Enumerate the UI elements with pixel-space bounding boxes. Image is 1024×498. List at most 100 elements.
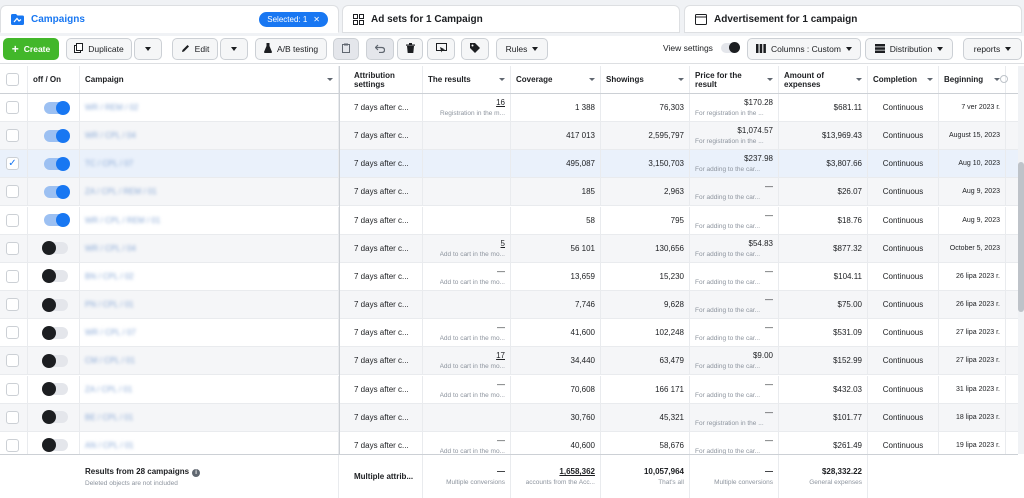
header-results[interactable]: The results <box>423 66 511 93</box>
campaign-name-cell[interactable]: BE / CPL / 01 <box>80 403 339 431</box>
tab-campaigns[interactable]: Campaigns Selected: 1 ✕ <box>0 5 339 33</box>
campaign-name[interactable]: WR / REM / 02 <box>85 103 333 112</box>
row-checkbox[interactable] <box>6 101 19 114</box>
header-coverage[interactable]: Coverage <box>511 66 601 93</box>
campaign-name[interactable]: ZA / CPL / REM / 01 <box>85 187 333 196</box>
campaign-name[interactable]: AN / CPL / 01 <box>85 441 333 450</box>
select-all-checkbox[interactable] <box>6 73 19 86</box>
clear-selection-icon[interactable]: ✕ <box>313 15 320 24</box>
campaign-toggle[interactable] <box>44 184 70 199</box>
header-price[interactable]: Price for the result <box>690 66 779 93</box>
duplicate-button[interactable]: Duplicate <box>66 38 132 60</box>
campaign-toggle[interactable] <box>44 100 70 115</box>
row-checkbox[interactable] <box>6 185 19 199</box>
table-row[interactable]: ZA / CPL / REM / 01 7 days after c... 185 2… <box>0 178 1018 207</box>
rules-button[interactable]: Rules <box>496 38 548 60</box>
header-beginning[interactable]: Beginning <box>939 66 1006 93</box>
table-row[interactable]: ZA / CPL / 01 7 days after c... — Add to ca… <box>0 375 1018 404</box>
campaign-name[interactable]: BE / CPL / 01 <box>85 413 333 422</box>
campaign-toggle[interactable] <box>42 438 68 453</box>
columns-button[interactable]: Columns : Custom <box>747 38 861 60</box>
row-checkbox[interactable] <box>6 438 19 452</box>
campaign-toggle[interactable] <box>42 297 68 312</box>
campaign-toggle[interactable] <box>44 156 70 171</box>
row-checkbox[interactable] <box>6 129 19 143</box>
campaign-toggle[interactable] <box>44 213 70 228</box>
campaign-name-cell[interactable]: PN / CPL / 01 <box>80 291 339 319</box>
table-row[interactable]: BE / CPL / 01 7 days after c... 30,760 45,3… <box>0 403 1018 432</box>
delete-button[interactable] <box>397 38 423 60</box>
create-button[interactable]: + Create <box>3 38 59 60</box>
campaign-toggle[interactable] <box>42 269 68 284</box>
info-icon[interactable]: i <box>192 468 201 477</box>
reports-button[interactable]: reports <box>963 38 1022 60</box>
campaign-name-cell[interactable]: CM / CPL / 01 <box>80 347 339 375</box>
table-row[interactable]: WR / CPL / 07 7 days after c... — Add to ca… <box>0 319 1018 348</box>
header-completion[interactable]: Completion <box>868 66 939 93</box>
tab-ads[interactable]: Advertisement for 1 campaign <box>684 5 1022 33</box>
table-row[interactable]: WR / REM / 02 7 days after c... 16 Registra… <box>0 94 1018 122</box>
row-checkbox[interactable] <box>6 354 19 368</box>
table-row[interactable]: WR / CPL / 04 7 days after c... 5 Add to ca… <box>0 234 1018 263</box>
tab-ad-sets[interactable]: Ad sets for 1 Campaign <box>342 5 680 33</box>
campaign-name-cell[interactable]: ZA / CPL / 01 <box>80 375 339 403</box>
row-checkbox[interactable] <box>6 382 19 396</box>
header-campaign[interactable]: Campaign <box>80 66 339 93</box>
campaign-name[interactable]: BN / CPL / 02 <box>85 272 333 281</box>
row-checkbox[interactable] <box>6 269 19 283</box>
ab-testing-button[interactable]: A/B testing <box>255 38 327 60</box>
duplicate-dropdown-button[interactable] <box>134 38 162 60</box>
header-amount[interactable]: Amount of expenses <box>779 66 868 93</box>
vertical-scrollbar[interactable] <box>1018 66 1024 454</box>
row-checkbox[interactable] <box>6 298 19 312</box>
clipboard-button[interactable] <box>333 38 359 60</box>
campaign-toggle[interactable] <box>42 382 68 396</box>
campaign-name-cell[interactable]: WR / CPL / REM / 01 <box>80 206 339 234</box>
view-settings-toggle[interactable]: View settings <box>663 42 740 53</box>
row-checkbox[interactable]: ✓ <box>6 157 19 171</box>
campaign-name[interactable]: TC / CPL / 07 <box>85 159 333 168</box>
campaign-name-cell[interactable]: ZA / CPL / REM / 01 <box>80 178 339 206</box>
campaign-toggle[interactable] <box>42 410 68 425</box>
campaign-name[interactable]: WR / CPL / REM / 01 <box>85 216 333 225</box>
table-row[interactable]: BN / CPL / 02 7 days after c... — Add to ca… <box>0 262 1018 291</box>
distribution-button[interactable]: Distribution <box>865 38 953 60</box>
campaign-name-cell[interactable]: WR / REM / 02 <box>80 94 339 121</box>
row-checkbox[interactable] <box>6 410 19 424</box>
column-settings-gear-icon[interactable] <box>1000 75 1008 83</box>
campaign-name[interactable]: WR / CPL / 07 <box>85 328 333 337</box>
row-checkbox[interactable] <box>6 326 19 340</box>
campaign-name[interactable]: WR / CPL / 04 <box>85 244 333 253</box>
campaign-name[interactable]: WR / CPL / 04 <box>85 131 333 140</box>
campaign-name-cell[interactable]: BN / CPL / 02 <box>80 262 339 290</box>
campaign-name[interactable]: CM / CPL / 01 <box>85 356 333 365</box>
row-checkbox[interactable] <box>6 213 19 227</box>
table-row[interactable]: PN / CPL / 01 7 days after c... 7,746 9,628… <box>0 291 1018 320</box>
campaign-name-cell[interactable]: WR / CPL / 04 <box>80 122 339 150</box>
row-checkbox[interactable] <box>6 241 19 255</box>
header-onoff[interactable]: off / On <box>28 66 80 93</box>
campaign-toggle[interactable] <box>42 353 68 368</box>
campaign-toggle[interactable] <box>42 325 68 340</box>
preview-button[interactable] <box>427 38 455 60</box>
campaign-toggle[interactable] <box>44 128 70 143</box>
table-row[interactable]: CM / CPL / 01 7 days after c... 17 Add to c… <box>0 347 1018 376</box>
table-row[interactable]: WR / CPL / REM / 01 7 days after c... 58 79… <box>0 206 1018 235</box>
view-settings-switch[interactable] <box>720 42 740 53</box>
selected-pill[interactable]: Selected: 1 ✕ <box>259 11 328 27</box>
campaign-name[interactable]: ZA / CPL / 01 <box>85 385 333 394</box>
edit-button[interactable]: Edit <box>172 38 218 60</box>
table-row[interactable]: ✓ TC / CPL / 07 7 days after c... 495,087 3,… <box>0 150 1018 179</box>
tag-button[interactable] <box>461 38 489 60</box>
scrollbar-thumb[interactable] <box>1018 162 1024 312</box>
header-showings[interactable]: Showings <box>601 66 690 93</box>
undo-button[interactable] <box>366 38 394 60</box>
header-attribution[interactable]: Attribution settings <box>349 66 423 93</box>
campaign-name-cell[interactable]: WR / CPL / 04 <box>80 234 339 262</box>
campaign-name-cell[interactable]: TC / CPL / 07 <box>80 150 339 178</box>
edit-dropdown-button[interactable] <box>220 38 248 60</box>
table-row[interactable]: WR / CPL / 04 7 days after c... 417 013 2,5… <box>0 122 1018 151</box>
campaign-name-cell[interactable]: WR / CPL / 07 <box>80 319 339 347</box>
campaign-name[interactable]: PN / CPL / 01 <box>85 300 333 309</box>
campaign-toggle[interactable] <box>42 241 68 256</box>
